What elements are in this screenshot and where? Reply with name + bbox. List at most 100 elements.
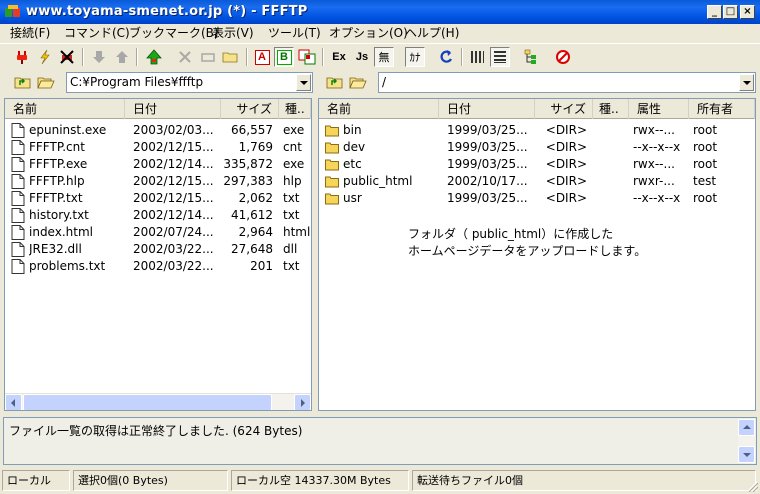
rename-icon (201, 53, 215, 62)
local-file-row[interactable]: FFFTP.txt 2002/12/15... 2,062 txt (5, 190, 311, 207)
refresh-button[interactable] (436, 47, 456, 67)
local-col-name[interactable]: 名前 (5, 99, 125, 119)
menu-tools[interactable]: ツール(T) (268, 24, 321, 42)
disconnect-button[interactable] (57, 47, 77, 67)
scroll-left-button[interactable] (5, 394, 22, 410)
auto-mode-button[interactable] (297, 47, 317, 67)
local-path-combo[interactable]: C:¥Program Files¥ffftp (66, 72, 313, 93)
menu-view[interactable]: 表示(V) (212, 24, 254, 42)
local-col-date[interactable]: 日付 (125, 99, 221, 119)
connect-button[interactable] (12, 47, 32, 67)
file-type: html (283, 225, 311, 239)
status-selection: 選択0個(0 Bytes) (73, 470, 228, 491)
maximize-button[interactable]: □ (723, 5, 738, 19)
plug-icon (17, 51, 27, 64)
file-type: hlp (283, 174, 302, 188)
scroll-right-button[interactable] (294, 394, 311, 410)
ffftp-app-icon[interactable] (5, 5, 21, 19)
local-file-row[interactable]: epuninst.exe 2003/02/03... 66,557 exe (5, 122, 311, 139)
close-button[interactable]: × (740, 5, 755, 19)
folder-icon (325, 176, 339, 188)
remote-col-attributes[interactable]: 属性 (629, 99, 689, 119)
remote-file-row[interactable]: etc 1999/03/25... <DIR> rwx--... root (319, 156, 755, 173)
jis-button[interactable]: Js (352, 47, 372, 67)
remote-path-combo[interactable]: / (378, 72, 756, 93)
local-file-row[interactable]: JRE32.dll 2002/03/22... 27,648 dll (5, 241, 311, 258)
remote-path-dropdown-button[interactable] (739, 74, 754, 91)
scroll-down-button[interactable] (738, 446, 755, 463)
mirror-upload-button[interactable] (144, 47, 164, 67)
upload-button[interactable] (112, 47, 132, 67)
local-horizontal-scrollbar[interactable] (5, 393, 311, 410)
remote-file-row[interactable]: dev 1999/03/25... <DIR> --x--x--x root (319, 139, 755, 156)
remote-parent-folder-icon[interactable] (326, 73, 344, 91)
menu-bookmark[interactable]: ブックマーク(B) (129, 24, 219, 42)
scroll-up-button[interactable] (738, 419, 755, 436)
remote-col-type[interactable]: 種.. (593, 99, 629, 119)
file-type: cnt (283, 140, 302, 154)
new-folder-button[interactable] (220, 47, 240, 67)
stop-icon (556, 50, 570, 64)
kana-label: ｶﾅ (409, 51, 421, 64)
remote-col-owner[interactable]: 所有者 (689, 99, 755, 119)
file-date: 2002/12/14... (133, 208, 214, 222)
menu-options[interactable]: オプション(O) (329, 24, 408, 42)
menu-help[interactable]: ヘルプ(H) (405, 24, 459, 42)
delete-button[interactable] (175, 47, 195, 67)
file-icon (11, 191, 25, 206)
local-file-row[interactable]: FFFTP.exe 2002/12/14... 335,872 exe (5, 156, 311, 173)
ascii-mode-button[interactable]: A (252, 47, 272, 67)
stop-button[interactable] (553, 47, 573, 67)
title-bar: www.toyama-smenet.or.jp (*) - FFFTP _ □ … (0, 0, 760, 24)
download-button[interactable] (89, 47, 109, 67)
minimize-button[interactable]: _ (707, 5, 722, 19)
menu-command[interactable]: コマンド(C) (64, 24, 130, 42)
local-file-row[interactable]: problems.txt 2002/03/22... 201 txt (5, 258, 311, 275)
local-file-list[interactable]: 名前 日付 サイズ 種.. epuninst.exe 2003/02/03...… (4, 98, 312, 411)
file-name: history.txt (29, 208, 89, 222)
local-file-row[interactable]: history.txt 2002/12/14... 41,612 txt (5, 207, 311, 224)
remote-col-date[interactable]: 日付 (439, 99, 535, 119)
file-name: JRE32.dll (29, 242, 82, 256)
binary-mode-button[interactable]: B (274, 47, 294, 67)
local-parent-folder-icon[interactable] (14, 73, 32, 91)
scroll-thumb[interactable] (23, 394, 272, 410)
no-conversion-button[interactable]: 無 (374, 47, 394, 67)
list-view-button[interactable] (467, 47, 487, 67)
file-type: txt (283, 259, 300, 273)
rename-button[interactable] (198, 47, 218, 67)
remote-open-folder-icon[interactable] (349, 73, 367, 91)
file-date: 2002/12/15... (133, 140, 214, 154)
remote-col-name[interactable]: 名前 (319, 99, 439, 119)
file-attributes: --x--x--x (633, 191, 681, 205)
quick-connect-button[interactable] (35, 47, 55, 67)
resize-grip-icon[interactable] (746, 480, 758, 492)
chevron-right-icon (301, 399, 305, 407)
remote-file-row[interactable]: bin 1999/03/25... <DIR> rwx--... root (319, 122, 755, 139)
local-file-row[interactable]: FFFTP.cnt 2002/12/15... 1,769 cnt (5, 139, 311, 156)
remote-file-row[interactable]: public_html 2002/10/17... <DIR> rwxr-...… (319, 173, 755, 190)
file-date: 2002/07/24... (133, 225, 214, 239)
log-vertical-scrollbar[interactable] (738, 419, 755, 463)
folder-tree-button[interactable] (521, 47, 541, 67)
remote-file-list[interactable]: 名前 日付 サイズ 種.. 属性 所有者 bin 1999/03/25... <… (318, 98, 756, 411)
remote-col-size[interactable]: サイズ (535, 99, 593, 119)
file-type: exe (283, 157, 305, 171)
exe-case-button[interactable]: Ex (329, 47, 349, 67)
local-file-row[interactable]: index.html 2002/07/24... 2,964 html (5, 224, 311, 241)
remote-file-row[interactable]: usr 1999/03/25... <DIR> --x--x--x root (319, 190, 755, 207)
local-file-row[interactable]: FFFTP.hlp 2002/12/15... 297,383 hlp (5, 173, 311, 190)
detail-view-button[interactable] (490, 47, 510, 67)
kana-conversion-button[interactable]: ｶﾅ (405, 47, 425, 67)
file-date: 2002/03/22... (133, 259, 214, 273)
local-col-type[interactable]: 種.. (279, 99, 311, 119)
list-view-icon (471, 51, 484, 63)
toolbar-separator (322, 48, 324, 66)
file-icon (11, 225, 25, 240)
file-name: FFFTP.cnt (29, 140, 85, 154)
local-path-dropdown-button[interactable] (296, 74, 311, 91)
local-col-size[interactable]: サイズ (221, 99, 279, 119)
log-panel[interactable]: ファイル一覧の取得は正常終了しました. (624 Bytes) (3, 417, 757, 465)
menu-connect[interactable]: 接続(F) (10, 24, 50, 42)
local-open-folder-icon[interactable] (37, 73, 55, 91)
